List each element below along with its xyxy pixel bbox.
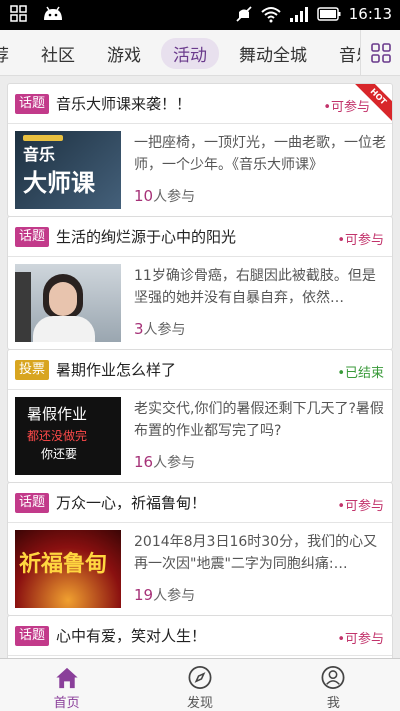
tab-events[interactable]: 活动 — [161, 37, 219, 69]
thumb-text: 音乐 — [23, 145, 56, 164]
card-header: 投票 暑期作业怎么样了 •已结束 — [8, 350, 392, 390]
card-thumbnail: 暑假作业 都还没做完 你还要 — [15, 397, 121, 475]
count-suffix: 人参与 — [143, 322, 186, 338]
card-body: 音乐 大师课 一把座椅，一顶灯光，一曲老歌，一位老师，一个少年。《音乐大师课》 … — [8, 124, 392, 216]
participant-count: 10人参与 — [134, 186, 195, 206]
card-header: 话题 生活的绚烂源于心中的阳光 •可参与 — [8, 217, 392, 257]
card-title: 暑期作业怎么样了 — [56, 361, 177, 379]
bottom-nav: 首页 发现 我 — [0, 658, 400, 711]
card-title: 万众一心，祈福鲁甸！ — [56, 494, 207, 512]
status-label: •可参与 — [337, 632, 384, 647]
card-thumbnail — [15, 264, 121, 342]
card-description: 老实交代,你们的暑假还剩下几天了?暑假布置的作业都写完了吗? — [134, 401, 384, 439]
card-title: 生活的绚烂源于心中的阳光 — [56, 228, 237, 246]
card-description: 一把座椅，一顶灯光，一曲老歌，一位老师，一个少年。《音乐大师课》 — [134, 135, 386, 173]
count-suffix: 人参与 — [153, 588, 196, 604]
thumb-text: 暑假作业 — [27, 405, 88, 423]
tab-community[interactable]: 社区 — [41, 37, 75, 70]
thumb-text: 祈福鲁甸 — [19, 552, 108, 577]
person-shirt — [33, 316, 95, 342]
thumb-text: 都还没做完 — [27, 429, 88, 443]
thumb-text: 大师课 — [23, 169, 95, 197]
nav-home-label: 首页 — [53, 696, 80, 711]
card-title: 音乐大师课来袭！！ — [56, 95, 192, 113]
card-description: 11岁确诊骨癌，右腿因此被截肢。但是坚强的她并没有自暴自弃，依然… — [134, 268, 376, 306]
tab-dance-city[interactable]: 舞动全城 — [239, 37, 307, 70]
vote-badge: 投票 — [15, 359, 50, 380]
card-header: 话题 心中有爱，笑对人生！ •可参与 — [8, 616, 392, 656]
event-card[interactable]: 话题 心中有爱，笑对人生！ •可参与 — [7, 615, 393, 658]
home-icon — [56, 667, 78, 689]
crown-icon — [23, 135, 63, 141]
nav-discover[interactable]: 发现 — [133, 659, 266, 711]
card-description: 2014年8月3日16时30分，我们的心又再一次因"地震"二字为同胞纠痛:… — [134, 534, 378, 572]
card-body: 祈福鲁甸 2014年8月3日16时30分，我们的心又再一次因"地震"二字为同胞纠… — [8, 523, 392, 615]
android-icon — [44, 6, 62, 20]
compass-icon — [188, 666, 212, 689]
card-body: 11岁确诊骨癌，右腿因此被截肢。但是坚强的她并没有自暴自弃，依然… 3人参与 — [8, 257, 392, 349]
clock: 16:13 — [348, 5, 392, 23]
count-number: 16 — [134, 453, 154, 471]
card-header: 话题 万众一心，祈福鲁甸！ •可参与 — [8, 483, 392, 523]
topic-badge: 话题 — [15, 492, 50, 513]
tab-list: 荐 社区 游戏 活动 舞动全城 音乐 — [0, 30, 400, 75]
nav-me[interactable]: 我 — [267, 659, 400, 711]
card-thumbnail: 祈福鲁甸 — [15, 530, 121, 608]
mute-icon — [236, 6, 252, 22]
battery-icon — [317, 7, 341, 21]
count-number: 3 — [134, 320, 144, 338]
count-number: 19 — [134, 586, 154, 604]
count-suffix: 人参与 — [153, 189, 196, 205]
topic-badge: 话题 — [15, 226, 50, 247]
status-label: •可参与 — [323, 100, 370, 115]
user-icon — [321, 666, 345, 689]
signal-icon — [289, 7, 308, 22]
nav-home[interactable]: 首页 — [0, 659, 133, 711]
event-card[interactable]: 话题 生活的绚烂源于心中的阳光 •可参与 11岁确诊骨癌，右腿因此被截肢。但是坚… — [7, 216, 393, 350]
card-body: 暑假作业 都还没做完 你还要 老实交代,你们的暑假还剩下几天了?暑假布置的作业都… — [8, 390, 392, 482]
status-label: •可参与 — [337, 233, 384, 248]
event-feed[interactable]: 话题 音乐大师课来袭！！ •可参与 HOT 音乐 大师课 一把座椅，一顶灯光，一… — [0, 76, 400, 658]
tab-recommended[interactable]: 荐 — [0, 37, 9, 70]
count-number: 10 — [134, 187, 154, 205]
apps-grid-icon — [10, 5, 27, 22]
category-tab-bar: 荐 社区 游戏 活动 舞动全城 音乐 — [0, 30, 400, 76]
nav-me-label: 我 — [326, 696, 340, 711]
wifi-icon — [261, 7, 281, 23]
event-card[interactable]: 投票 暑期作业怎么样了 •已结束 暑假作业 都还没做完 你还要 老实交代,你们的… — [7, 349, 393, 483]
person-face — [49, 282, 77, 316]
person-bg — [15, 272, 31, 342]
tab-games[interactable]: 游戏 — [107, 37, 141, 70]
status-label: •已结束 — [337, 366, 384, 381]
card-title: 心中有爱，笑对人生！ — [56, 627, 207, 645]
more-categories-button[interactable] — [360, 30, 400, 75]
card-thumbnail: 音乐 大师课 — [15, 131, 121, 209]
participant-count: 3人参与 — [134, 319, 186, 339]
grid-menu-icon — [370, 43, 391, 63]
event-card[interactable]: 话题 万众一心，祈福鲁甸！ •可参与 祈福鲁甸 2014年8月3日16时30分，… — [7, 482, 393, 616]
event-card[interactable]: 话题 音乐大师课来袭！！ •可参与 HOT 音乐 大师课 一把座椅，一顶灯光，一… — [7, 83, 393, 217]
thumb-text: 你还要 — [41, 447, 78, 461]
participant-count: 19人参与 — [134, 585, 195, 605]
count-suffix: 人参与 — [153, 455, 196, 471]
nav-discover-label: 发现 — [186, 696, 213, 711]
participant-count: 16人参与 — [134, 452, 195, 472]
status-bar: 16:13 — [0, 0, 400, 30]
status-label: •可参与 — [337, 499, 384, 514]
topic-badge: 话题 — [15, 93, 50, 114]
card-header: 话题 音乐大师课来袭！！ •可参与 HOT — [8, 84, 392, 125]
topic-badge: 话题 — [15, 625, 50, 646]
